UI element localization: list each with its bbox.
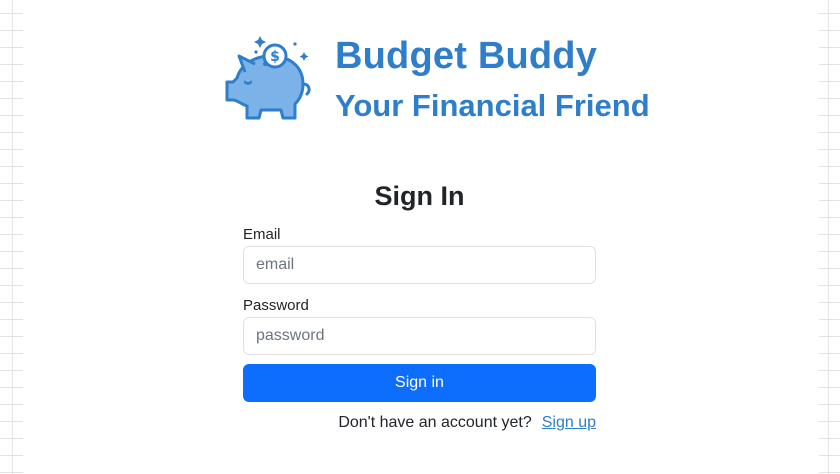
password-input[interactable] <box>243 317 596 355</box>
signin-card: $ Budget Buddy Your Financial Friend Sig… <box>23 0 819 474</box>
no-account-text: Don't have an account yet? <box>338 414 532 431</box>
app-title: Budget Buddy <box>335 35 598 77</box>
email-input[interactable] <box>243 246 596 284</box>
signin-form: Sign In Email Password Sign in Don't hav… <box>243 176 596 432</box>
sign-up-link[interactable]: Sign up <box>542 414 596 431</box>
brand-header: $ Budget Buddy Your Financial Friend <box>223 34 650 126</box>
svg-text:$: $ <box>270 49 280 65</box>
app-subtitle: Your Financial Friend <box>335 88 650 123</box>
signup-prompt: Don't have an account yet? Sign up <box>243 414 596 432</box>
piggy-bank-icon: $ <box>225 36 311 120</box>
sign-in-button[interactable]: Sign in <box>243 364 596 402</box>
signin-heading: Sign In <box>374 181 465 211</box>
email-label: Email <box>243 226 281 243</box>
password-label: Password <box>243 297 309 314</box>
